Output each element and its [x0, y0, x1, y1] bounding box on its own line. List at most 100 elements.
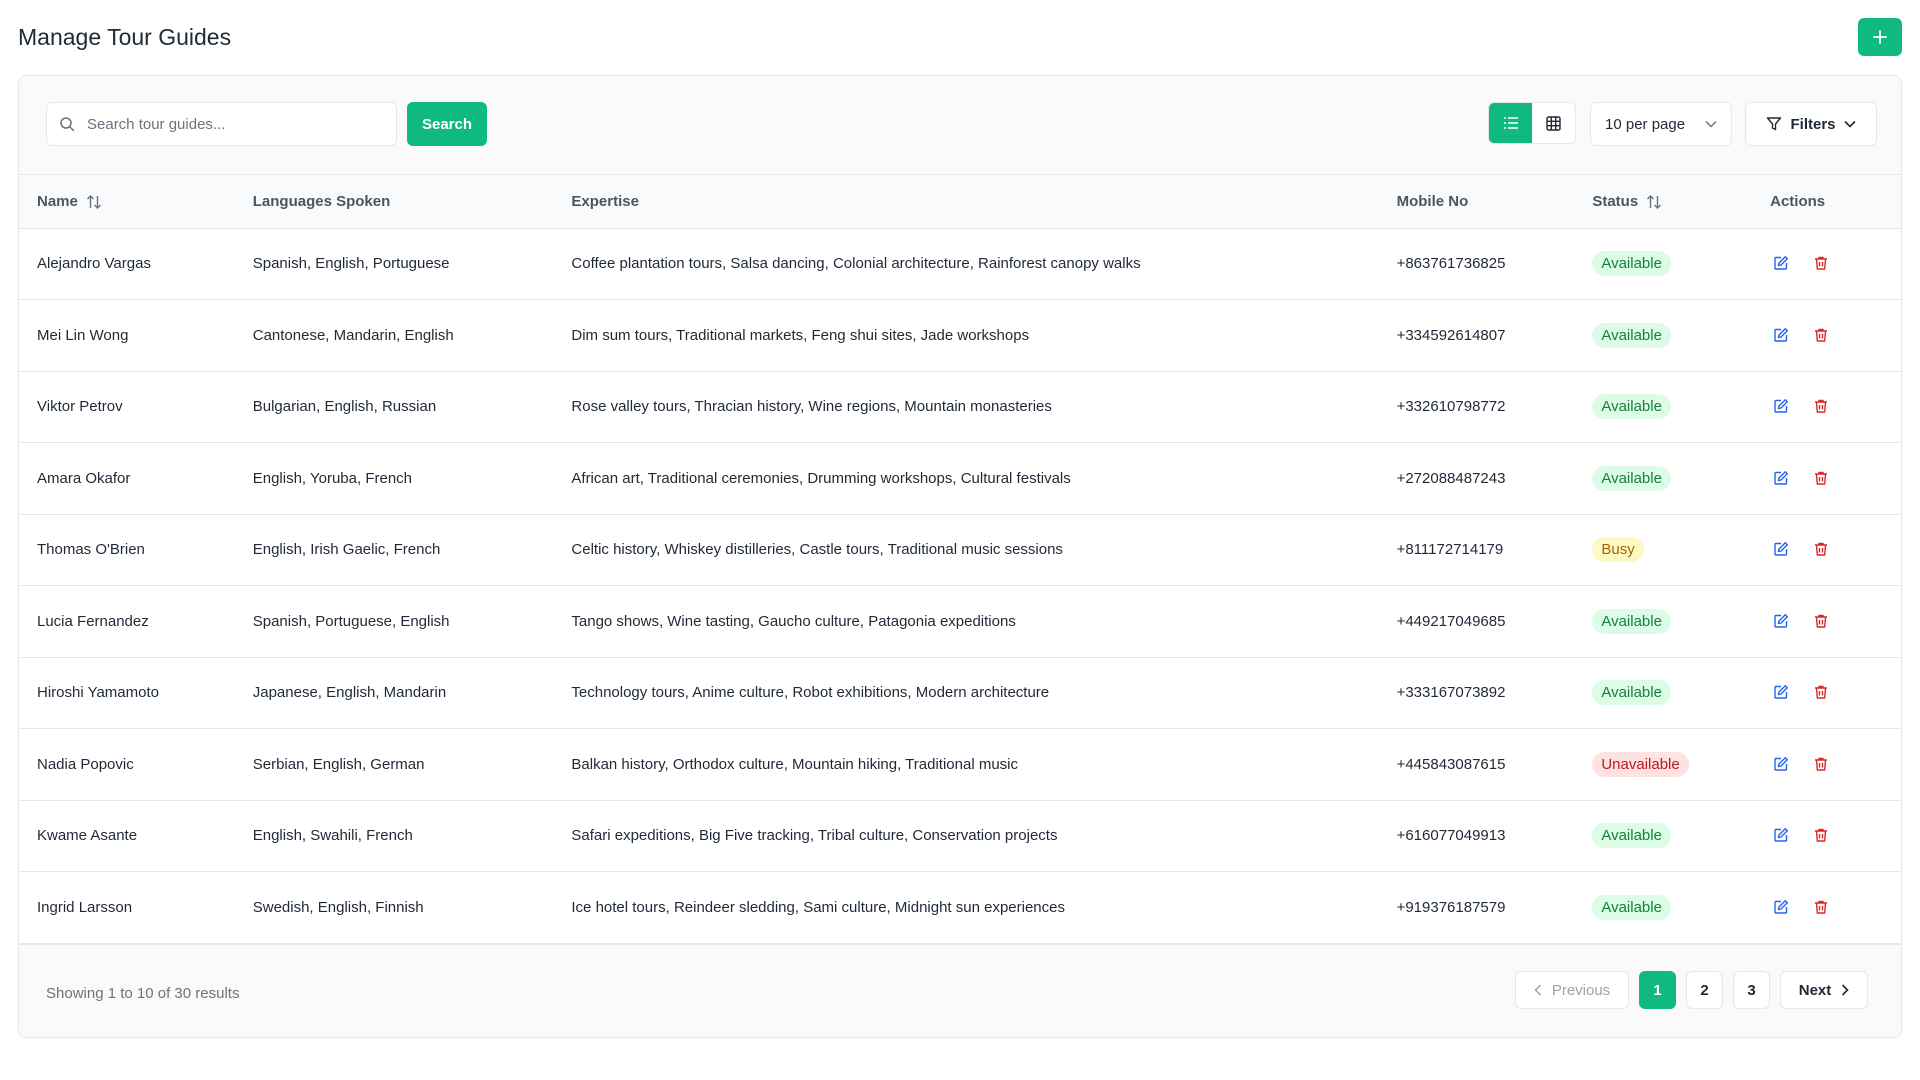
guide-mobile: +272088487243 [1396, 469, 1506, 487]
status-badge: Available [1592, 251, 1671, 277]
guide-name: Nadia Popovic [37, 755, 134, 773]
add-guide-button[interactable] [1858, 18, 1902, 56]
delete-icon[interactable] [1810, 824, 1832, 846]
guides-table: Name Languages Spoken Expertise Mobile N… [19, 175, 1901, 944]
guide-expertise: African art, Traditional ceremonies, Dru… [571, 469, 1071, 487]
guide-actions [1752, 371, 1901, 443]
guide-name: Hiroshi Yamamoto [37, 684, 159, 702]
table-row: Thomas O'Brien English, Irish Gaelic, Fre… [19, 514, 1901, 586]
edit-icon[interactable] [1770, 681, 1792, 703]
delete-icon[interactable] [1810, 896, 1832, 918]
plus-icon [1873, 30, 1887, 44]
guide-languages: Japanese, English, Mandarin [252, 684, 447, 702]
delete-icon[interactable] [1810, 252, 1832, 274]
chevron-down-icon [1843, 120, 1856, 128]
delete-icon[interactable] [1810, 538, 1832, 560]
search-icon [60, 117, 75, 132]
edit-icon[interactable] [1770, 824, 1792, 846]
pagination-footer: Showing 1 to 10 of 30 results Previous 1… [19, 944, 1901, 1037]
guide-name: Viktor Petrov [37, 398, 123, 416]
table-row: Hiroshi Yamamoto Japanese, English, Manda… [19, 657, 1901, 729]
guide-languages: Bulgarian, English, Russian [252, 398, 437, 416]
search-button[interactable]: Search [407, 102, 487, 146]
chevron-down-icon [1705, 121, 1717, 128]
header-name[interactable]: Name [19, 175, 235, 229]
guide-expertise: Coffee plantation tours, Salsa dancing, … [571, 255, 1141, 273]
delete-icon[interactable] [1810, 753, 1832, 775]
header-languages: Languages Spoken [234, 175, 554, 229]
table-row: Nadia Popovic Serbian, English, German Bal… [19, 729, 1901, 801]
guide-status-cell: Available [1574, 300, 1752, 372]
list-view-button[interactable] [1489, 103, 1532, 143]
guide-expertise: Celtic history, Whiskey distilleries, Ca… [571, 541, 1063, 559]
header-status[interactable]: Status [1574, 175, 1753, 229]
filters-label: Filters [1790, 115, 1836, 133]
previous-label: Previous [1551, 981, 1611, 999]
guide-mobile: +334592614807 [1396, 326, 1506, 344]
status-badge: Unavailable [1592, 751, 1689, 777]
header-mobile: Mobile No [1378, 175, 1575, 229]
edit-icon[interactable] [1770, 896, 1792, 918]
per-page-select[interactable]: 10 per page [1590, 102, 1732, 146]
filters-button[interactable]: Filters [1745, 102, 1877, 146]
guide-status-cell: Available [1574, 443, 1752, 515]
delete-icon[interactable] [1810, 395, 1832, 417]
guide-actions [1752, 729, 1901, 801]
edit-icon[interactable] [1770, 610, 1792, 632]
delete-icon[interactable] [1810, 467, 1832, 489]
table-row: Lucia Fernandez Spanish, Portuguese, Engl… [19, 586, 1901, 658]
guide-expertise: Ice hotel tours, Reindeer sledding, Sami… [571, 898, 1065, 916]
guide-name: Mei Lin Wong [37, 326, 129, 344]
next-page-button[interactable]: Next [1780, 971, 1868, 1009]
guide-expertise: Technology tours, Anime culture, Robot e… [571, 684, 1050, 702]
edit-icon[interactable] [1770, 324, 1792, 346]
per-page-value: 10 per page [1605, 115, 1686, 133]
page-button-2[interactable]: 2 [1686, 971, 1723, 1009]
edit-icon[interactable] [1770, 252, 1792, 274]
table-row: Viktor Petrov Bulgarian, English, Russian… [19, 371, 1901, 443]
edit-icon[interactable] [1770, 753, 1792, 775]
guide-name: Ingrid Larsson [37, 898, 133, 916]
table-row: Alejandro Vargas Spanish, English, Portug… [19, 228, 1901, 300]
guide-actions [1752, 300, 1901, 372]
grid-view-button[interactable] [1532, 103, 1575, 143]
guide-languages: Cantonese, Mandarin, English [252, 326, 454, 344]
sort-icon[interactable] [1646, 194, 1662, 210]
guide-languages: Serbian, English, German [252, 755, 425, 773]
table-header-row: Name Languages Spoken Expertise Mobile N… [19, 175, 1901, 229]
guide-mobile: +445843087615 [1396, 755, 1506, 773]
status-badge: Busy [1592, 537, 1644, 563]
chevron-left-icon [1534, 984, 1541, 996]
edit-icon[interactable] [1770, 538, 1792, 560]
guide-status-cell: Available [1574, 872, 1752, 944]
view-toggle [1488, 102, 1576, 144]
guide-mobile: +811172714179 [1396, 541, 1504, 559]
guide-status-cell: Unavailable [1574, 729, 1752, 801]
guide-actions [1752, 443, 1901, 515]
edit-icon[interactable] [1770, 467, 1792, 489]
search-input[interactable] [87, 115, 367, 133]
guide-name: Thomas O'Brien [37, 541, 145, 559]
sort-icon[interactable] [86, 194, 102, 210]
filter-icon [1767, 117, 1782, 131]
delete-icon[interactable] [1810, 324, 1832, 346]
guide-actions [1752, 872, 1901, 944]
guide-languages: Spanish, Portuguese, English [252, 612, 450, 630]
guide-mobile: +616077049913 [1396, 827, 1506, 845]
guide-languages: English, Irish Gaelic, French [252, 541, 441, 559]
guide-expertise: Balkan history, Orthodox culture, Mounta… [571, 755, 1018, 773]
status-badge: Available [1592, 322, 1671, 348]
page-button-3[interactable]: 3 [1733, 971, 1770, 1009]
search-box[interactable] [46, 102, 397, 146]
previous-page-button[interactable]: Previous [1515, 971, 1629, 1009]
page-button-1[interactable]: 1 [1639, 971, 1676, 1009]
guide-mobile: +332610798772 [1396, 398, 1506, 416]
delete-icon[interactable] [1810, 681, 1832, 703]
guide-actions [1752, 800, 1901, 872]
edit-icon[interactable] [1770, 395, 1792, 417]
list-icon [1503, 117, 1518, 129]
guide-status-cell: Available [1574, 586, 1752, 658]
guide-actions [1752, 586, 1901, 658]
delete-icon[interactable] [1810, 610, 1832, 632]
guide-name: Amara Okafor [37, 469, 131, 487]
